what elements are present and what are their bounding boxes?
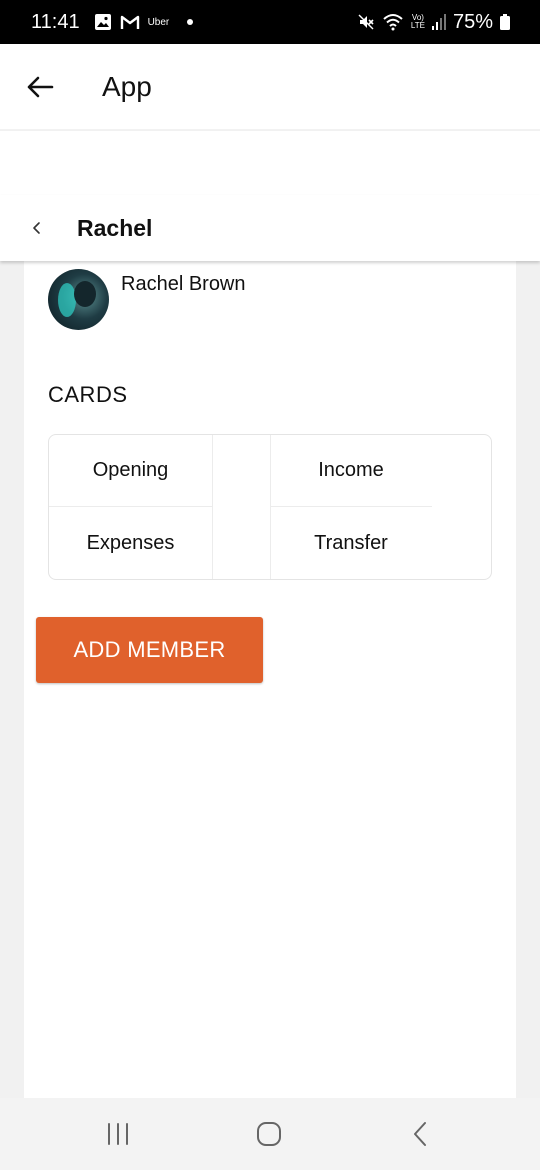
nav-back-button[interactable] (400, 1118, 440, 1150)
profile-name: Rachel Brown (121, 273, 246, 295)
uber-notification: Uber (147, 16, 170, 28)
avatar[interactable] (48, 269, 109, 330)
status-bar: 11:41 Uber Vo) LTE 75% (0, 0, 540, 44)
card-transfer[interactable]: Transfer (270, 507, 432, 579)
battery-icon (500, 14, 510, 30)
card-opening[interactable]: Opening (49, 435, 212, 506)
profile-header: Rachel Brown (48, 269, 246, 330)
home-button[interactable] (249, 1118, 289, 1150)
recent-apps-icon (108, 1123, 128, 1145)
app-title: App (102, 70, 152, 102)
cards-grid: Opening Income Expenses Transfer (48, 434, 492, 580)
arrow-left-icon (27, 76, 54, 97)
cards-section-label: CARDS (48, 382, 128, 407)
mute-icon (357, 13, 375, 31)
content-panel: Rachel Brown CARDS Opening Income Expens… (24, 261, 516, 1098)
app-bar: App (0, 44, 540, 130)
status-time: 11:41 (31, 10, 80, 33)
header-spacer (0, 131, 540, 195)
signal-icon (431, 14, 446, 30)
gallery-icon (94, 13, 112, 31)
chevron-left-icon (33, 222, 40, 234)
home-icon (257, 1122, 281, 1146)
recent-apps-button[interactable] (98, 1118, 138, 1150)
sub-header: Rachel (0, 195, 540, 261)
volte-indicator: Vo) LTE (411, 14, 425, 30)
system-nav-bar (0, 1098, 540, 1170)
battery-level: 75% (452, 10, 493, 33)
card-expenses[interactable]: Expenses (49, 507, 212, 579)
sub-back-button[interactable] (22, 213, 52, 243)
notification-dot (187, 19, 194, 25)
add-member-button[interactable]: ADD MEMBER (36, 617, 263, 683)
page-title: Rachel (77, 214, 153, 241)
gmail-icon (120, 14, 140, 30)
back-icon (414, 1122, 426, 1146)
wifi-icon (382, 13, 404, 31)
volte-bottom: LTE (410, 21, 425, 30)
back-button[interactable] (20, 67, 60, 107)
card-income[interactable]: Income (270, 435, 432, 506)
